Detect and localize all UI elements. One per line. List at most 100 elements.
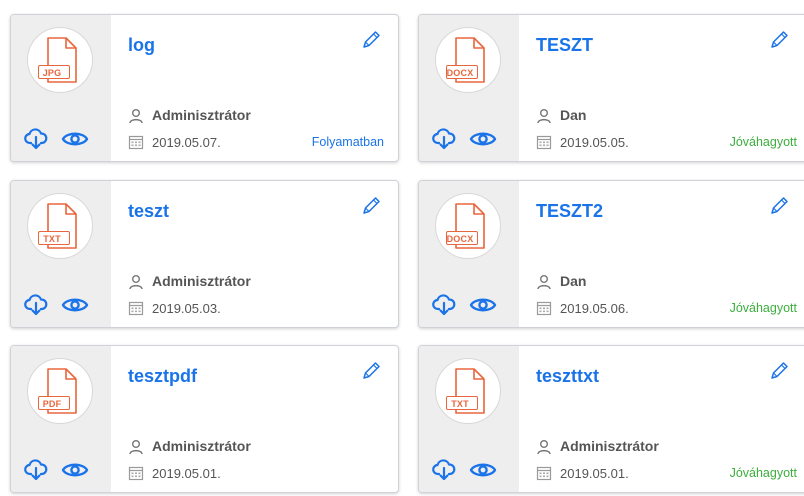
file-type-badge: JPG bbox=[27, 27, 93, 93]
document-title[interactable]: tesztpdf bbox=[128, 366, 197, 387]
user-icon bbox=[129, 275, 143, 290]
pencil-icon bbox=[771, 31, 788, 48]
document-date: 2019.05.01. bbox=[152, 466, 221, 481]
document-title[interactable]: TESZT2 bbox=[536, 201, 603, 222]
document-date: 2019.05.01. bbox=[560, 466, 629, 481]
view-button[interactable] bbox=[61, 293, 89, 317]
edit-button[interactable] bbox=[768, 29, 790, 51]
pencil-icon bbox=[363, 362, 380, 379]
document-date: 2019.05.06. bbox=[560, 301, 629, 316]
download-button[interactable] bbox=[24, 458, 48, 482]
file-type-badge: TXT bbox=[27, 193, 93, 259]
pencil-icon bbox=[771, 197, 788, 214]
edit-button[interactable] bbox=[360, 360, 382, 382]
download-button[interactable] bbox=[24, 127, 48, 151]
document-date: 2019.05.05. bbox=[560, 135, 629, 150]
file-icon bbox=[47, 37, 77, 83]
file-extension-label: PDF bbox=[42, 399, 62, 409]
document-date: 2019.05.03. bbox=[152, 301, 221, 316]
download-button[interactable] bbox=[432, 127, 456, 151]
status-label: Jóváhagyott bbox=[729, 466, 797, 480]
author-name: Adminisztrátor bbox=[152, 273, 251, 289]
view-button[interactable] bbox=[469, 458, 497, 482]
file-extension-label: JPG bbox=[42, 68, 62, 78]
user-icon bbox=[129, 440, 143, 455]
document-card[interactable]: DOCX TESZT2 Dan 2019.05.06. Jóváhagyott bbox=[418, 180, 804, 328]
cloud-download-icon bbox=[24, 294, 48, 316]
download-button[interactable] bbox=[24, 293, 48, 317]
eye-icon bbox=[61, 298, 89, 312]
file-type-badge: DOCX bbox=[435, 27, 501, 93]
calendar-icon bbox=[128, 301, 144, 316]
document-card[interactable]: DOCX TESZT Dan 2019.05.05. Jóváhagyott bbox=[418, 14, 804, 162]
card-icon-panel: TXT bbox=[11, 181, 111, 327]
file-icon bbox=[455, 203, 485, 249]
view-button[interactable] bbox=[469, 293, 497, 317]
cloud-download-icon bbox=[432, 128, 456, 150]
document-card[interactable]: TXT teszttxt Adminisztrátor 2019.05.01. … bbox=[418, 345, 804, 493]
eye-icon bbox=[469, 463, 497, 477]
file-extension-label: TXT bbox=[451, 399, 469, 409]
document-title[interactable]: teszttxt bbox=[536, 366, 599, 387]
card-icon-panel: DOCX bbox=[419, 15, 519, 161]
card-icon-panel: JPG bbox=[11, 15, 111, 161]
eye-icon bbox=[61, 132, 89, 146]
card-icon-panel: DOCX bbox=[419, 181, 519, 327]
calendar-icon bbox=[128, 135, 144, 150]
pencil-icon bbox=[363, 31, 380, 48]
calendar-icon bbox=[536, 466, 552, 481]
card-icon-panel: TXT bbox=[419, 346, 519, 492]
eye-icon bbox=[469, 298, 497, 312]
calendar-icon bbox=[536, 135, 552, 150]
file-icon bbox=[455, 368, 485, 414]
file-extension-label: TXT bbox=[43, 234, 61, 244]
file-type-badge: PDF bbox=[27, 358, 93, 424]
status-label: Jóváhagyott bbox=[729, 301, 797, 315]
file-extension-label: DOCX bbox=[446, 68, 474, 78]
document-title[interactable]: TESZT bbox=[536, 35, 593, 56]
view-button[interactable] bbox=[61, 458, 89, 482]
user-icon bbox=[537, 440, 551, 455]
file-type-badge: DOCX bbox=[435, 193, 501, 259]
eye-icon bbox=[469, 132, 497, 146]
author-name: Adminisztrátor bbox=[152, 107, 251, 123]
file-type-badge: TXT bbox=[435, 358, 501, 424]
edit-button[interactable] bbox=[768, 195, 790, 217]
pencil-icon bbox=[771, 362, 788, 379]
calendar-icon bbox=[536, 301, 552, 316]
user-icon bbox=[129, 109, 143, 124]
view-button[interactable] bbox=[61, 127, 89, 151]
card-icon-panel: PDF bbox=[11, 346, 111, 492]
edit-button[interactable] bbox=[360, 195, 382, 217]
calendar-icon bbox=[128, 466, 144, 481]
pencil-icon bbox=[363, 197, 380, 214]
document-card[interactable]: TXT teszt Adminisztrátor 2019.05.03. bbox=[10, 180, 399, 328]
file-icon bbox=[47, 203, 77, 249]
document-card[interactable]: JPG log Adminisztrátor 2019.05.07. Folya… bbox=[10, 14, 399, 162]
author-name: Adminisztrátor bbox=[560, 438, 659, 454]
edit-button[interactable] bbox=[360, 29, 382, 51]
document-card[interactable]: PDF tesztpdf Adminisztrátor 2019.05.01. bbox=[10, 345, 399, 493]
author-name: Adminisztrátor bbox=[152, 438, 251, 454]
status-label: Jóváhagyott bbox=[729, 135, 797, 149]
eye-icon bbox=[61, 463, 89, 477]
cloud-download-icon bbox=[432, 294, 456, 316]
cloud-download-icon bbox=[24, 459, 48, 481]
document-date: 2019.05.07. bbox=[152, 135, 221, 150]
download-button[interactable] bbox=[432, 458, 456, 482]
file-icon bbox=[455, 37, 485, 83]
author-name: Dan bbox=[560, 273, 587, 289]
user-icon bbox=[537, 275, 551, 290]
download-button[interactable] bbox=[432, 293, 456, 317]
view-button[interactable] bbox=[469, 127, 497, 151]
document-title[interactable]: teszt bbox=[128, 201, 169, 222]
cloud-download-icon bbox=[432, 459, 456, 481]
file-extension-label: DOCX bbox=[446, 234, 474, 244]
file-icon bbox=[47, 368, 77, 414]
user-icon bbox=[537, 109, 551, 124]
author-name: Dan bbox=[560, 107, 587, 123]
document-title[interactable]: log bbox=[128, 35, 155, 56]
status-label: Folyamatban bbox=[311, 135, 384, 149]
edit-button[interactable] bbox=[768, 360, 790, 382]
cloud-download-icon bbox=[24, 128, 48, 150]
